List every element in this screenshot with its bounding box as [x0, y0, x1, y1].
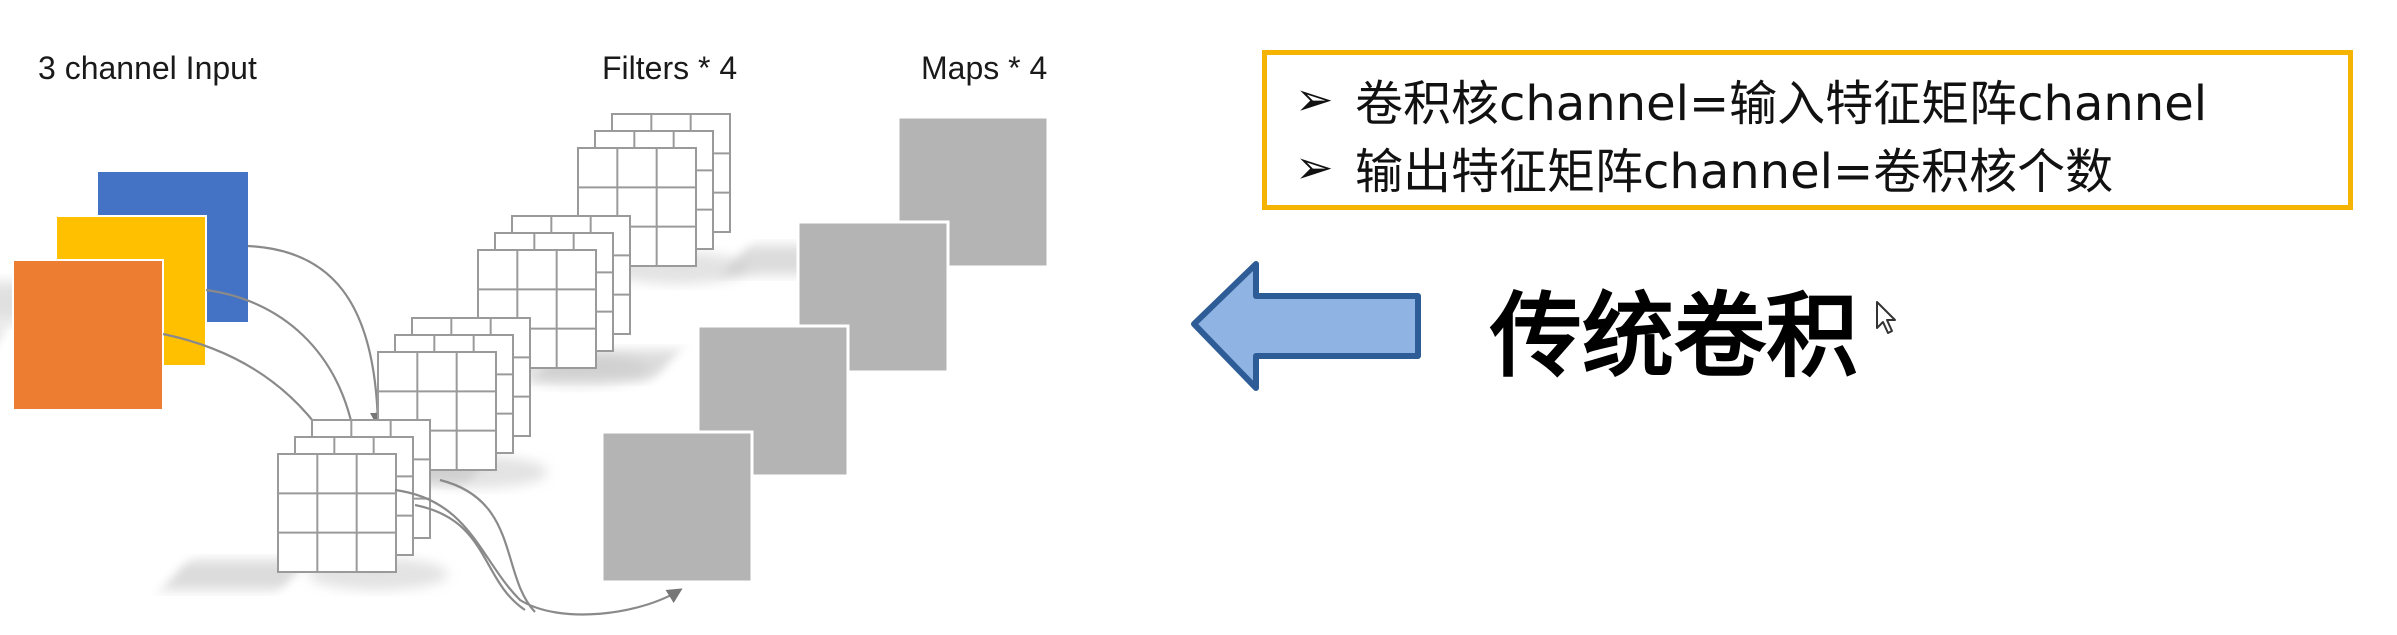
feature-map-1 [600, 430, 754, 584]
arrowhead-bullet-icon: ➢ [1295, 140, 1334, 194]
input-label: 3 channel Input [38, 50, 257, 86]
convolution-diagram [0, 113, 1050, 616]
bullet-row-1: ➢ 卷积核channel=输入特征矩阵channel [1295, 67, 2208, 132]
maps-label: Maps * 4 [921, 50, 1048, 86]
left-arrow-icon [1191, 261, 1421, 391]
filters-label: Filters * 4 [602, 50, 738, 86]
info-box: ➢ 卷积核channel=输入特征矩阵channel ➢ 输出特征矩阵chann… [1262, 50, 2353, 210]
bullet-text-2: 输出特征矩阵channel=卷积核个数 [1355, 144, 2114, 200]
input-channel-orange [12, 259, 164, 411]
slide: 3 channel Input Filters * 4 Maps * 4 ➢ 卷… [0, 0, 2397, 635]
filter-1-layer-1 [277, 453, 397, 573]
mouse-pointer-icon [1876, 301, 1896, 334]
bullet-text-1: 卷积核channel=输入特征矩阵channel [1355, 76, 2208, 132]
bullet-row-2: ➢ 输出特征矩阵channel=卷积核个数 [1295, 135, 2114, 200]
arrowhead-bullet-icon: ➢ [1295, 72, 1334, 126]
page-title: 传统卷积 [1490, 283, 1859, 390]
